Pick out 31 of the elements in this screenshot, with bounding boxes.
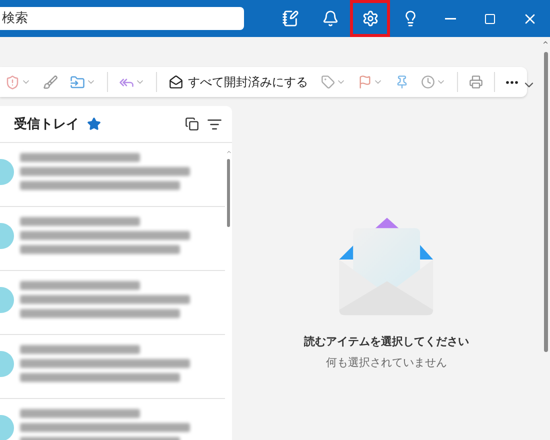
more-icon: [506, 80, 518, 84]
select-icon[interactable]: [185, 117, 199, 131]
broom-icon: [43, 74, 58, 90]
avatar: [0, 415, 14, 440]
open-envelope-icon: [169, 75, 183, 89]
tag-icon: [321, 75, 335, 89]
minimize-icon: [444, 18, 456, 20]
notepad-icon: [282, 10, 298, 27]
empty-subtext: 何も選択されていません: [326, 355, 447, 370]
folder-title: 受信トレイ: [14, 116, 79, 133]
settings-icon: [362, 10, 378, 27]
filter-icon[interactable]: [207, 116, 222, 132]
search-field[interactable]: 検索: [0, 7, 244, 30]
printer-icon: [469, 75, 483, 89]
bell-icon: [322, 10, 338, 27]
avatar: [0, 223, 14, 249]
empty-heading: 読むアイテムを選択してください: [304, 334, 469, 349]
clock-icon: [421, 75, 435, 89]
avatar: [0, 287, 14, 313]
avatar: [0, 351, 14, 377]
scroll-up-icon: [226, 149, 232, 155]
scroll-up-icon: [542, 39, 549, 46]
folder-icon: [70, 74, 85, 90]
maximize-icon: [484, 12, 496, 24]
shield-icon: [5, 74, 20, 90]
star-icon[interactable]: [87, 117, 101, 131]
pin-icon: [395, 75, 409, 89]
flag-icon: [358, 75, 372, 89]
mark-all-read-button[interactable]: すべて開封済みにする: [163, 68, 314, 96]
settings-button[interactable]: [350, 0, 390, 37]
avatar: [0, 159, 14, 185]
